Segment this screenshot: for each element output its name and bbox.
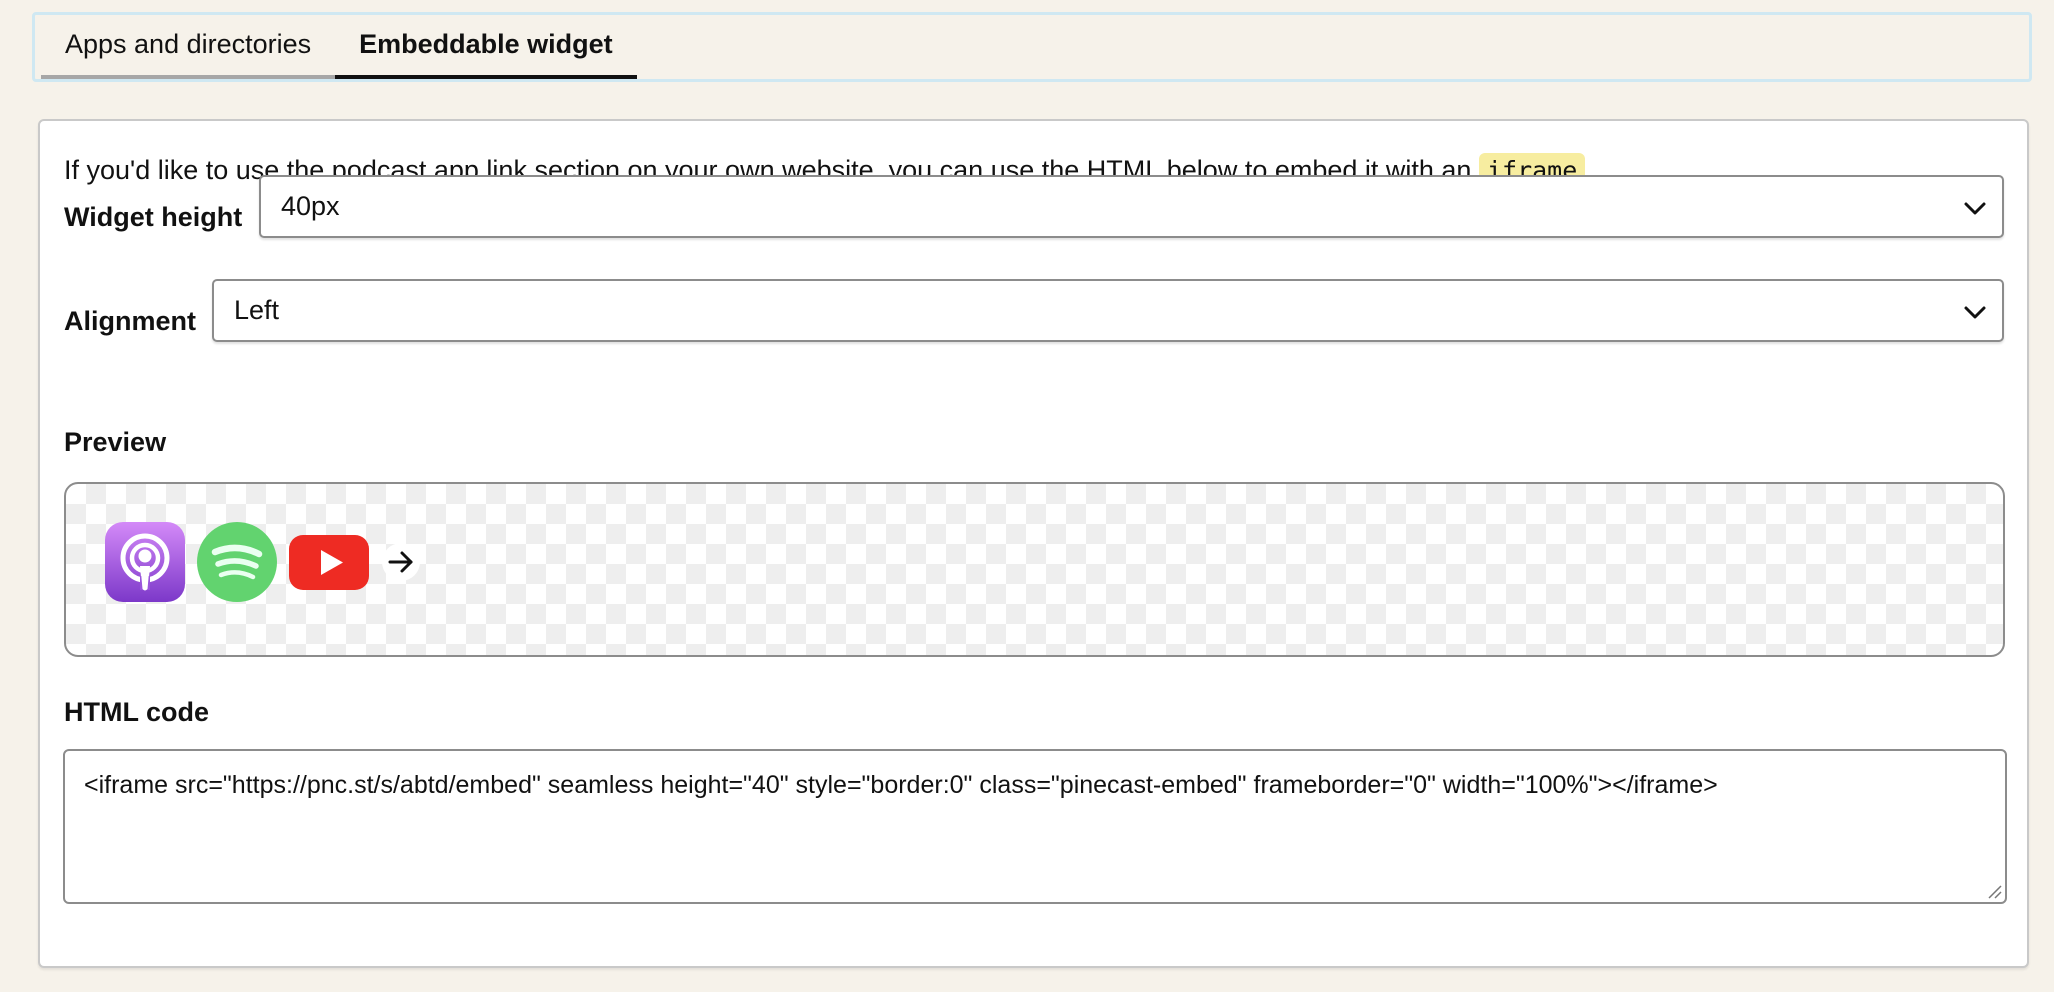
chevron-down-icon xyxy=(1964,202,1986,215)
widget-height-label: Widget height xyxy=(64,202,243,232)
tab-bar: Apps and directories Embeddable widget xyxy=(32,12,2032,82)
alignment-value: Left xyxy=(234,295,280,325)
html-code-textarea[interactable]: <iframe src="https://pnc.st/s/abtd/embed… xyxy=(63,749,2007,904)
preview-label: Preview xyxy=(64,427,167,457)
alignment-select[interactable]: Left xyxy=(212,279,2004,342)
tab-apps-and-directories[interactable]: Apps and directories xyxy=(41,15,336,79)
html-code-value: <iframe src="https://pnc.st/s/abtd/embed… xyxy=(84,771,1718,799)
youtube-icon[interactable] xyxy=(289,522,369,602)
chevron-down-icon xyxy=(1964,306,1986,319)
tab-embeddable-widget[interactable]: Embeddable widget xyxy=(335,15,637,79)
widget-height-select[interactable]: 40px xyxy=(259,175,2004,238)
alignment-label: Alignment xyxy=(64,306,196,336)
widget-height-value: 40px xyxy=(281,191,340,221)
html-code-label: HTML code xyxy=(64,697,210,727)
apple-podcasts-icon[interactable] xyxy=(105,522,185,602)
arrow-right-icon[interactable] xyxy=(381,522,421,602)
embed-widget-panel: If you'd like to use the podcast app lin… xyxy=(38,119,2029,968)
spotify-icon[interactable] xyxy=(197,522,277,602)
tab-list: Apps and directories Embeddable widget xyxy=(41,15,637,79)
resize-grip-icon[interactable] xyxy=(1986,883,2002,899)
widget-preview xyxy=(64,482,2005,657)
